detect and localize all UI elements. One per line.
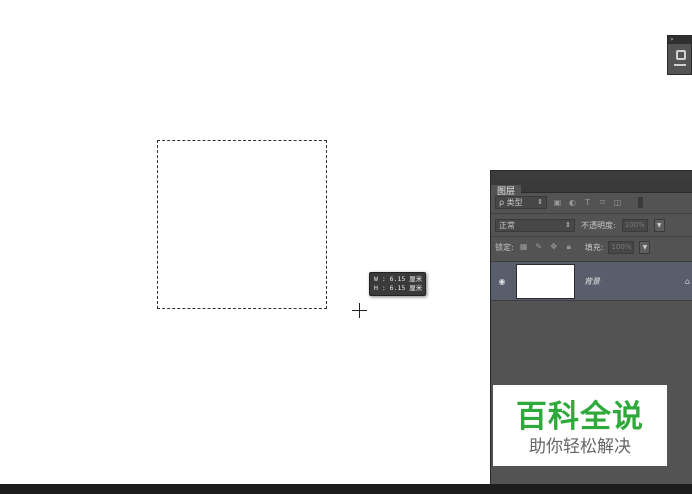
- watermark-logo: 百科全说 助你轻松解决: [493, 385, 667, 466]
- blend-row: 正常 ⇕ 不透明度: 100% ▼: [491, 215, 692, 235]
- watermark-title: 百科全说: [516, 399, 644, 435]
- divider: [491, 236, 692, 237]
- layer-lock-icon: ⌂: [684, 276, 690, 286]
- collapsed-panel-dock[interactable]: »: [667, 35, 692, 75]
- rectangular-marquee-selection[interactable]: [157, 140, 327, 309]
- lock-image-icon[interactable]: ✎: [534, 242, 544, 252]
- width-readout: W : 6.15 厘米: [374, 275, 423, 283]
- fill-input[interactable]: 100%: [608, 240, 635, 254]
- adjustment-filter-icon[interactable]: ◐: [568, 198, 577, 207]
- opacity-dropdown-icon[interactable]: ▼: [653, 218, 665, 232]
- select-arrow-icon: ⇕: [565, 220, 571, 229]
- panel-tab-bar: 图层: [491, 179, 692, 199]
- blend-mode-label: 正常: [499, 220, 515, 230]
- lock-position-icon[interactable]: ✥: [549, 242, 559, 252]
- lock-transparent-icon[interactable]: ▦: [519, 242, 529, 252]
- watermark-subtitle: 助你轻松解决: [529, 437, 631, 457]
- layer-name[interactable]: 背景: [584, 276, 600, 287]
- panel-header-strip[interactable]: [491, 171, 692, 179]
- crosshair-cursor-icon: [352, 303, 367, 318]
- height-readout: H : 6.15 厘米: [374, 284, 423, 292]
- filter-kind-select[interactable]: ρ 类型 ⇕: [495, 196, 547, 209]
- select-arrow-icon: ⇕: [537, 198, 543, 206]
- status-bar: [0, 484, 692, 494]
- blend-mode-select[interactable]: 正常 ⇕: [495, 218, 575, 232]
- fill-dropdown-icon[interactable]: ▼: [639, 240, 651, 254]
- layer-filter-row: ρ 类型 ⇕ ▣ ◐ T ⌑ ◫: [491, 193, 692, 212]
- lock-label: 锁定:: [495, 242, 514, 252]
- layer-row-background[interactable]: ◉ 背景 ⌂: [491, 261, 692, 301]
- eye-icon[interactable]: ◉: [491, 277, 513, 286]
- opacity-label: 不透明度:: [581, 220, 616, 230]
- properties-panel-icon[interactable]: [676, 50, 686, 60]
- selection-size-tooltip: W : 6.15 厘米 H : 6.15 厘米: [369, 272, 426, 296]
- panel-grip-icon: [674, 64, 686, 66]
- type-filter-icon[interactable]: T: [583, 198, 592, 207]
- smart-object-filter-icon[interactable]: ◫: [613, 198, 622, 207]
- fill-label: 填充:: [584, 242, 604, 252]
- filter-toggle-switch[interactable]: [638, 197, 643, 208]
- divider: [491, 213, 692, 214]
- image-filter-icon[interactable]: ▣: [553, 198, 562, 207]
- lock-all-icon[interactable]: 🔒︎: [564, 242, 574, 252]
- opacity-input[interactable]: 100%: [621, 218, 648, 232]
- shape-filter-icon[interactable]: ⌑: [598, 198, 607, 207]
- lock-row: 锁定: ▦ ✎ ✥ 🔒︎ 填充: 100% ▼: [491, 238, 692, 256]
- panel-expand-icon[interactable]: »: [668, 36, 691, 44]
- layer-thumbnail[interactable]: [516, 263, 575, 299]
- filter-kind-label: ρ 类型: [499, 198, 523, 207]
